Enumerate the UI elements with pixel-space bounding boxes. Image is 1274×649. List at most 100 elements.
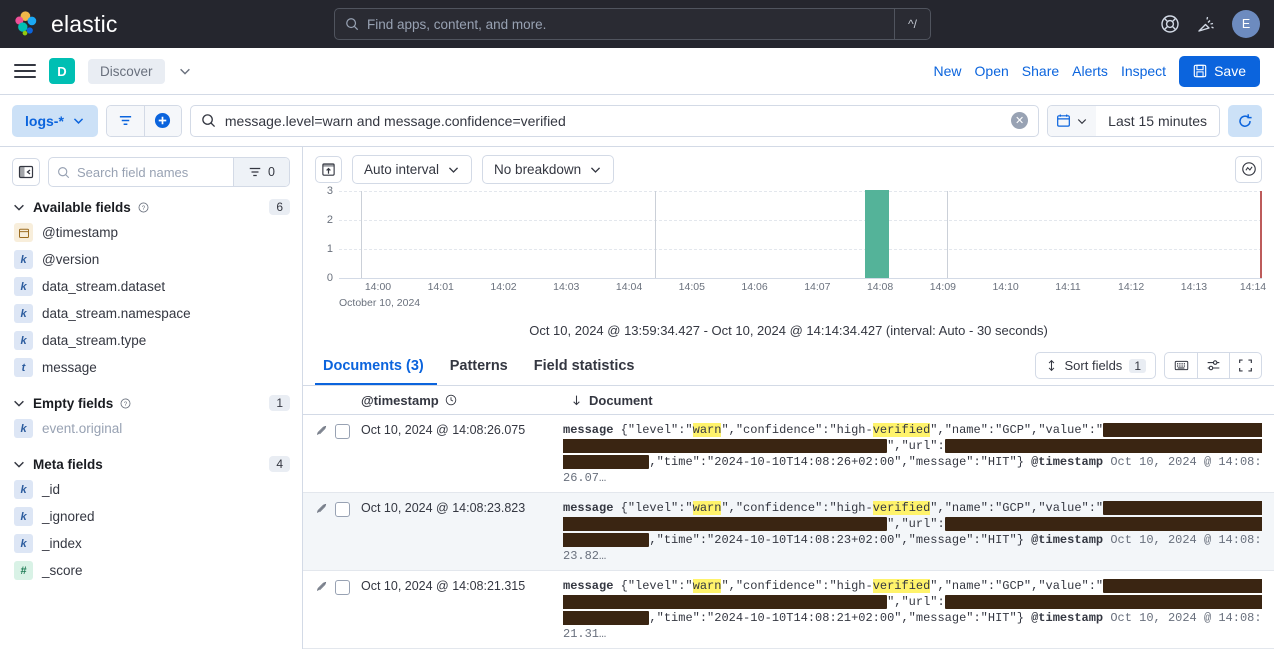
field-type-date-icon	[14, 223, 33, 242]
chevron-down-icon[interactable]	[178, 64, 192, 78]
group-count: 6	[269, 199, 290, 215]
help-circle-icon[interactable]: ?	[120, 398, 131, 409]
interval-select[interactable]: Auto interval	[352, 155, 472, 184]
field-item-event-original[interactable]: k event.original	[12, 415, 290, 442]
expand-row-icon[interactable]	[315, 580, 328, 593]
field-item-data-stream-dataset[interactable]: k data_stream.dataset	[12, 273, 290, 300]
space-avatar[interactable]: D	[49, 58, 75, 84]
group-count: 1	[269, 395, 290, 411]
x-tick: 14:14	[1240, 281, 1266, 293]
data-view-picker[interactable]: logs-*	[12, 105, 98, 137]
doc-seg-f: e":"2024-10-10T14:08:21+02:00","message"…	[685, 611, 1023, 625]
doc-seg-b: ","confidence":"high-	[721, 501, 872, 515]
announcements-icon[interactable]	[1196, 14, 1216, 34]
column-header-document[interactable]: Document	[589, 393, 653, 408]
breakdown-select[interactable]: No breakdown	[482, 155, 614, 184]
nav-link-share[interactable]: Share	[1022, 63, 1059, 79]
field-name: message	[42, 360, 97, 375]
field-type-number-icon: #	[14, 561, 33, 580]
field-item-ignored[interactable]: k _ignored	[12, 503, 290, 530]
group-header-meta-fields[interactable]: Meta fields 4	[12, 456, 290, 472]
expand-row-icon[interactable]	[315, 502, 328, 515]
add-filter-button[interactable]	[144, 106, 181, 136]
search-icon	[201, 113, 216, 128]
field-name: _ignored	[42, 509, 95, 524]
field-item-message[interactable]: t message	[12, 354, 290, 381]
field-search-input[interactable]: Search field names	[49, 158, 233, 186]
row-ts-field-label: @timestamp	[1031, 611, 1103, 625]
search-icon	[57, 166, 70, 179]
table-row[interactable]: Oct 10, 2024 @ 14:08:26.075 message {"le…	[303, 415, 1274, 493]
refresh-button[interactable]	[1228, 105, 1262, 137]
field-type-keyword-icon: k	[14, 480, 33, 499]
sort-direction-icon[interactable]	[563, 394, 589, 407]
avatar[interactable]: E	[1232, 10, 1260, 38]
clear-query-icon[interactable]: ✕	[1011, 112, 1028, 129]
field-item-version[interactable]: k @version	[12, 246, 290, 273]
fullscreen-icon[interactable]	[1229, 353, 1261, 378]
field-item-data-stream-type[interactable]: k data_stream.type	[12, 327, 290, 354]
group-header-empty-fields[interactable]: Empty fields ? 1	[12, 395, 290, 411]
query-input[interactable]: message.level=warn and message.confidenc…	[190, 105, 1039, 137]
menu-icon[interactable]	[14, 64, 36, 78]
doc-highlight-warn: warn	[693, 423, 722, 437]
time-range-caption: Oct 10, 2024 @ 13:59:34.427 - Oct 10, 20…	[303, 319, 1274, 346]
x-tick: 14:13	[1181, 281, 1207, 293]
field-search[interactable]: Search field names 0	[48, 157, 290, 187]
row-field-label: message	[563, 501, 613, 515]
table-row[interactable]: Oct 10, 2024 @ 14:08:23.823 message {"le…	[303, 493, 1274, 571]
tab-field-statistics[interactable]: Field statistics	[521, 346, 648, 385]
filter-icon	[118, 113, 133, 128]
filter-options-button[interactable]	[107, 106, 144, 136]
nav-link-new[interactable]: New	[934, 63, 962, 79]
help-circle-icon[interactable]: ?	[138, 202, 149, 213]
group-header-available-fields[interactable]: Available fields ? 6	[12, 199, 290, 215]
field-type-text-icon: t	[14, 358, 33, 377]
breadcrumb[interactable]: Discover	[88, 59, 165, 84]
display-options-icon[interactable]	[1197, 353, 1229, 378]
doc-highlight-verified: verified	[873, 423, 931, 437]
field-type-filter-button[interactable]: 0	[233, 158, 289, 186]
field-type-keyword-icon: k	[14, 534, 33, 553]
save-button[interactable]: Save	[1179, 56, 1260, 87]
interval-label: Auto interval	[364, 162, 439, 177]
date-range-label[interactable]: Last 15 minutes	[1096, 113, 1219, 129]
histogram-chart[interactable]: 3 2 1 0	[303, 191, 1274, 319]
tab-patterns[interactable]: Patterns	[437, 346, 521, 385]
save-disk-icon	[1193, 64, 1207, 78]
global-search[interactable]: Find apps, content, and more. ^/	[334, 8, 931, 40]
collapse-sidebar-button[interactable]	[12, 158, 40, 186]
row-select-checkbox[interactable]	[335, 424, 350, 439]
sort-fields-button[interactable]: Sort fields 1	[1035, 352, 1157, 379]
plot-area	[339, 191, 1262, 279]
column-header-timestamp[interactable]: @timestamp	[315, 393, 563, 408]
field-item-id[interactable]: k _id	[12, 476, 290, 503]
tab-documents[interactable]: Documents (3)	[315, 346, 437, 385]
breakdown-label: No breakdown	[494, 162, 581, 177]
nav-link-alerts[interactable]: Alerts	[1072, 63, 1108, 79]
keyboard-shortcuts-icon[interactable]	[1165, 353, 1197, 378]
elastic-logo[interactable]: elastic	[14, 11, 118, 38]
field-sidebar: Search field names 0	[0, 147, 303, 649]
date-quick-select-button[interactable]	[1048, 106, 1096, 136]
table-row[interactable]: Oct 10, 2024 @ 14:08:21.315 message {"le…	[303, 571, 1274, 649]
field-item-index[interactable]: k _index	[12, 530, 290, 557]
toggle-chart-button[interactable]	[315, 156, 342, 183]
global-search-placeholder: Find apps, content, and more.	[367, 17, 546, 32]
row-select-checkbox[interactable]	[335, 580, 350, 595]
global-search-input[interactable]: Find apps, content, and more.	[335, 9, 894, 39]
doc-highlight-verified: verified	[873, 501, 931, 515]
expand-row-icon[interactable]	[315, 424, 328, 437]
doc-seg-e: ,"tim	[649, 455, 685, 469]
help-icon[interactable]	[1160, 14, 1180, 34]
histogram-bar[interactable]	[865, 190, 889, 278]
chart-options-button[interactable]	[1235, 156, 1262, 183]
field-item-data-stream-namespace[interactable]: k data_stream.namespace	[12, 300, 290, 327]
doc-seg-d: ","url":	[887, 517, 945, 531]
field-item-timestamp[interactable]: @timestamp	[12, 219, 290, 246]
chart-canvas: 3 2 1 0	[315, 191, 1262, 319]
row-select-checkbox[interactable]	[335, 502, 350, 517]
field-item-score[interactable]: # _score	[12, 557, 290, 584]
nav-link-open[interactable]: Open	[975, 63, 1009, 79]
nav-link-inspect[interactable]: Inspect	[1121, 63, 1166, 79]
